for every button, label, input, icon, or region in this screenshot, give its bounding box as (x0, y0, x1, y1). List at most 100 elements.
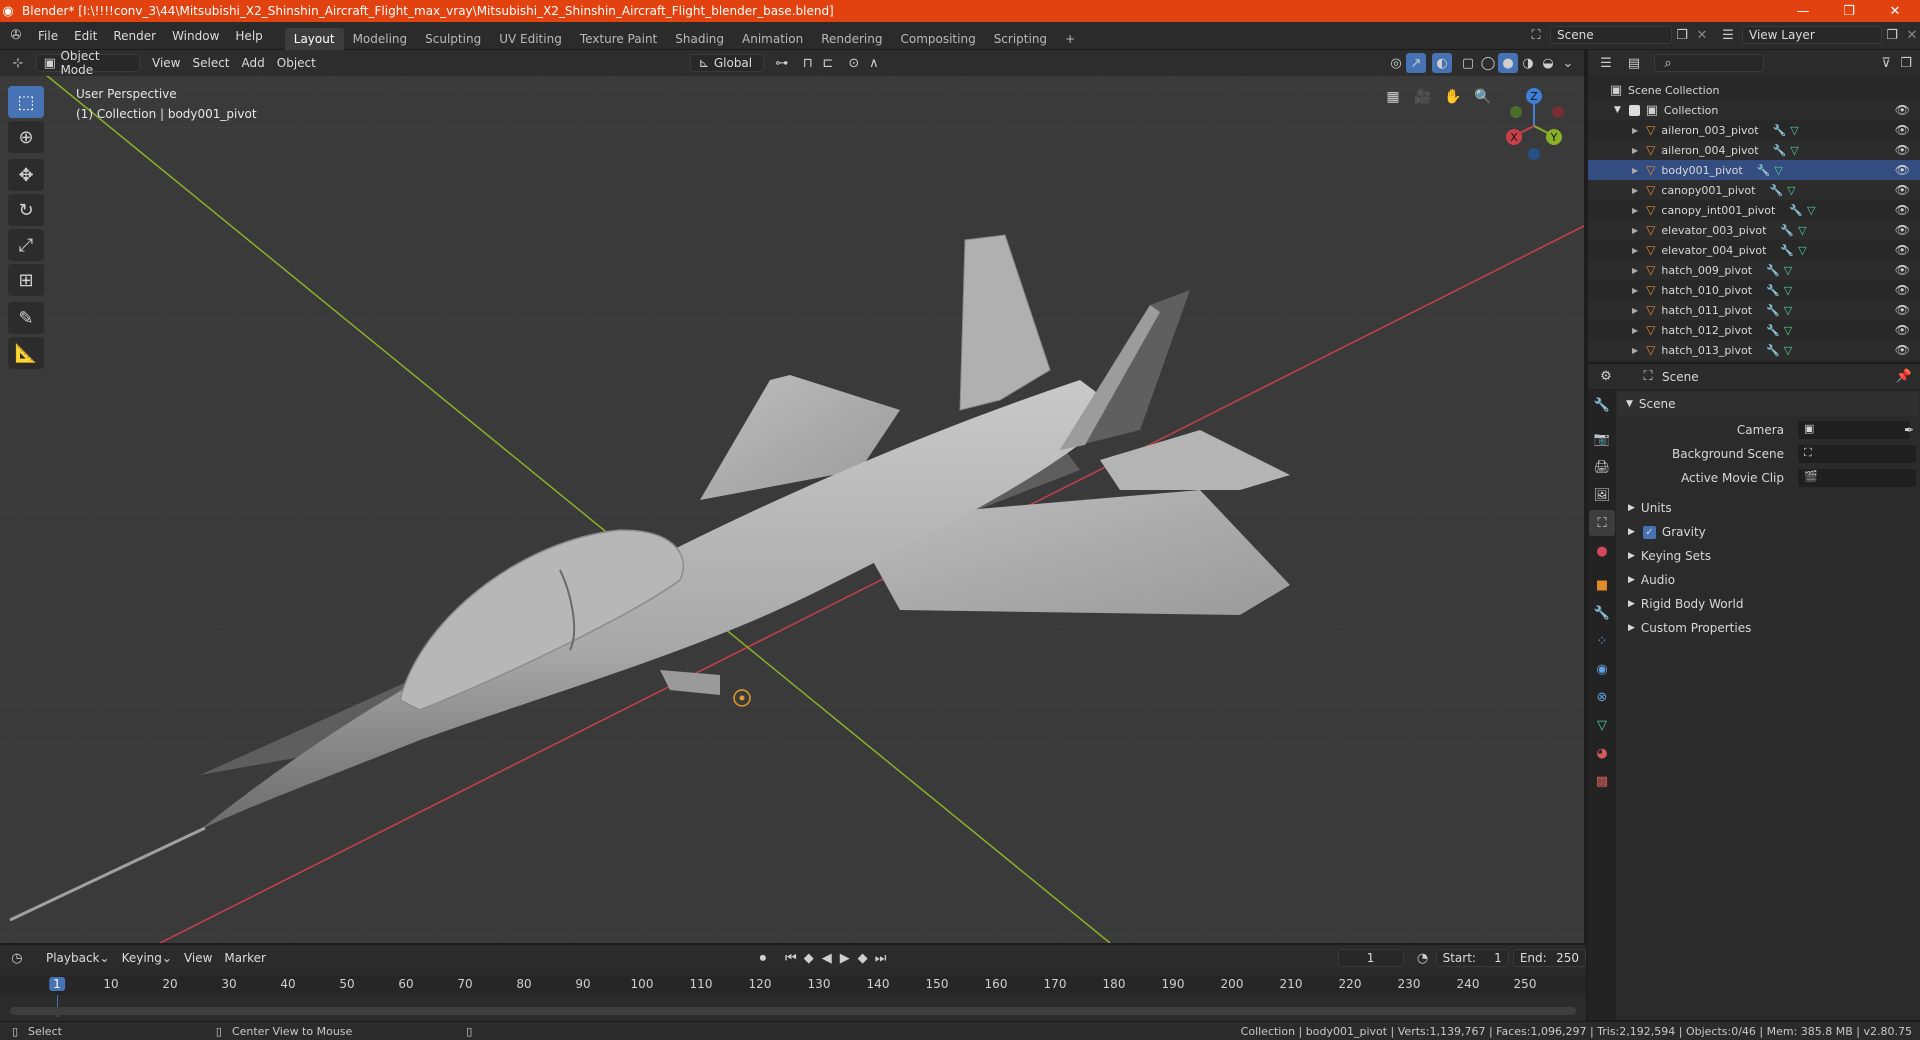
current-frame-field[interactable]: 1 (1337, 949, 1404, 967)
close-button[interactable]: ✕ (1872, 0, 1918, 22)
menu-help[interactable]: Help (227, 26, 270, 46)
mesh-data-icon[interactable]: ▽ (1784, 304, 1792, 317)
outliner-editor-icon[interactable]: ☰ (1596, 53, 1616, 73)
scene-panel-header[interactable]: ▼ Scene (1618, 392, 1918, 416)
eye-icon[interactable]: 👁 (1895, 303, 1910, 317)
constraints-tab-icon[interactable]: ⊗ (1589, 684, 1615, 710)
gravity-checkbox[interactable]: ✓ (1642, 525, 1656, 539)
mesh-data-icon[interactable]: ▽ (1798, 244, 1806, 257)
mesh-data-icon[interactable]: ▽ (1784, 344, 1792, 357)
outliner-item[interactable]: ▶ ▽ hatch_010_pivot 🔧 ▽ 👁 (1588, 280, 1920, 300)
modifier-icon[interactable]: 🔧 (1773, 124, 1787, 137)
outliner-search-input[interactable]: ⌕ (1654, 54, 1764, 72)
timeline-menu-marker[interactable]: Marker (218, 949, 271, 967)
outliner-item[interactable]: ▶ ▽ hatch_011_pivot 🔧 ▽ 👁 (1588, 300, 1920, 320)
cursor-tool[interactable]: ⊕ (8, 121, 44, 153)
output-tab-icon[interactable]: 🖨 (1589, 454, 1615, 480)
tab-rendering[interactable]: Rendering (812, 28, 891, 50)
modifier-icon[interactable]: 🔧 (1789, 204, 1803, 217)
outliner-item[interactable]: ▶ ▽ elevator_004_pivot 🔧 ▽ 👁 (1588, 240, 1920, 260)
view-layer-tab-icon[interactable]: 🖼 (1589, 482, 1615, 508)
tab-shading[interactable]: Shading (666, 28, 733, 50)
outliner-item[interactable]: ▶ ▽ elevator_003_pivot 🔧 ▽ 👁 (1588, 220, 1920, 240)
eye-icon[interactable]: 👁 (1895, 183, 1910, 197)
editor-type-icon[interactable]: ⊹ (8, 53, 28, 73)
overlay-toggle-icon[interactable]: ◐ (1432, 53, 1452, 73)
pivot-point-icon[interactable]: ⊶ (772, 53, 792, 73)
new-view-layer-icon[interactable]: ❐ (1882, 25, 1902, 45)
play-icon[interactable]: ▶ (836, 948, 854, 968)
background-scene-field[interactable]: ⛶ (1798, 445, 1916, 463)
outliner-item[interactable]: ▶ ▽ canopy001_pivot 🔧 ▽ 👁 (1588, 180, 1920, 200)
display-mode-icon[interactable]: ▤ (1624, 53, 1644, 73)
item-expand-icon[interactable]: ▶ (1632, 266, 1638, 275)
outliner-scene-collection[interactable]: ▣ Scene Collection (1588, 80, 1920, 100)
modifier-icon[interactable]: 🔧 (1780, 224, 1794, 237)
eye-icon[interactable]: 👁 (1895, 143, 1910, 157)
render-tab-icon[interactable]: 📷 (1589, 426, 1615, 452)
timeline-menu-keying[interactable]: Keying ⌄ (116, 949, 178, 967)
rendered-shading-icon[interactable]: ◒ (1538, 53, 1558, 73)
pin-icon[interactable]: 📌 (1894, 367, 1914, 387)
mode-selector[interactable]: ▣ Object Mode (36, 50, 140, 77)
camera-field[interactable]: ▣ (1798, 421, 1910, 439)
tab-animation[interactable]: Animation (733, 28, 812, 50)
remove-scene-icon[interactable]: ✕ (1692, 25, 1712, 45)
modifier-icon[interactable]: 🔧 (1766, 344, 1780, 357)
item-expand-icon[interactable]: ▶ (1632, 146, 1638, 155)
timeline-scrollbar[interactable] (10, 1007, 1576, 1015)
zoom-view-icon[interactable]: 🔍 (1470, 84, 1496, 110)
eye-icon[interactable]: 👁 (1895, 223, 1910, 237)
mesh-data-icon[interactable]: ▽ (1784, 324, 1792, 337)
jump-start-icon[interactable]: ⏮ (782, 948, 800, 968)
shading-options-icon[interactable]: ⌄ (1558, 53, 1578, 73)
tab-scripting[interactable]: Scripting (985, 28, 1056, 50)
tab-compositing[interactable]: Compositing (891, 28, 984, 50)
gizmo-toggle-icon[interactable]: ↗ (1406, 53, 1426, 73)
transform-tool[interactable]: ⊞ (8, 264, 44, 296)
timeline-editor-icon[interactable]: ◷ (8, 948, 26, 968)
tab-uv-editing[interactable]: UV Editing (490, 28, 571, 50)
collection-checkbox[interactable] (1628, 104, 1640, 116)
transform-orientation-selector[interactable]: ⊾ Global (689, 54, 764, 72)
jump-end-icon[interactable]: ⏭ (872, 948, 890, 968)
gravity-panel[interactable]: ▶ ✓ Gravity (1618, 520, 1918, 544)
eye-icon[interactable]: 👁 (1895, 323, 1910, 337)
timeline-ruler[interactable]: 1 10 20 30 40 50 60 70 80 90 100 110 120… (0, 975, 1586, 995)
view-layer-selector[interactable]: View Layer (1742, 26, 1882, 44)
modifier-icon[interactable]: 🔧 (1766, 304, 1780, 317)
minimize-button[interactable]: — (1780, 0, 1826, 22)
texture-tab-icon[interactable]: ▩ (1589, 768, 1615, 794)
eye-icon[interactable]: 👁 (1895, 163, 1910, 177)
modifier-icon[interactable]: 🔧 (1766, 324, 1780, 337)
tab-sculpting[interactable]: Sculpting (416, 28, 490, 50)
menu-render[interactable]: Render (105, 26, 164, 46)
viewport-menu-add[interactable]: Add (236, 54, 271, 72)
select-box-tool[interactable]: ⬚ (8, 86, 44, 118)
modifier-icon[interactable]: 🔧 (1766, 264, 1780, 277)
start-frame-field[interactable]: Start: 1 (1435, 949, 1509, 967)
material-shading-icon[interactable]: ◑ (1518, 53, 1538, 73)
mesh-data-icon[interactable]: ▽ (1787, 184, 1795, 197)
collection-expand-icon[interactable]: ▼ (1614, 105, 1621, 115)
falloff-icon[interactable]: ∧ (864, 53, 884, 73)
mesh-data-icon[interactable]: ▽ (1784, 284, 1792, 297)
scale-tool[interactable]: ⤢ (8, 229, 44, 261)
properties-editor-icon[interactable]: ⚙ (1596, 367, 1616, 387)
rigid-body-world-panel[interactable]: ▶ Rigid Body World (1618, 592, 1918, 616)
measure-tool[interactable]: 📐 (8, 337, 44, 369)
solid-shading-icon[interactable]: ● (1498, 53, 1518, 73)
outliner-item[interactable]: ▶ ▽ hatch_012_pivot 🔧 ▽ 👁 (1588, 320, 1920, 340)
eye-icon[interactable]: 👁 (1895, 343, 1910, 357)
outliner-item[interactable]: ▶ ▽ aileron_003_pivot 🔧 ▽ 👁 (1588, 120, 1920, 140)
item-expand-icon[interactable]: ▶ (1632, 286, 1638, 295)
keying-sets-panel[interactable]: ▶ Keying Sets (1618, 544, 1918, 568)
blender-menu-icon[interactable]: ✇ (6, 26, 26, 46)
menu-edit[interactable]: Edit (66, 26, 105, 46)
world-tab-icon[interactable]: ● (1589, 538, 1615, 564)
eye-icon[interactable]: 👁 (1895, 103, 1910, 117)
item-expand-icon[interactable]: ▶ (1632, 186, 1638, 195)
eye-icon[interactable]: 👁 (1895, 243, 1910, 257)
snap-icon[interactable]: ⊓ (798, 53, 818, 73)
timeline-menu-playback[interactable]: Playback ⌄ (40, 949, 116, 967)
